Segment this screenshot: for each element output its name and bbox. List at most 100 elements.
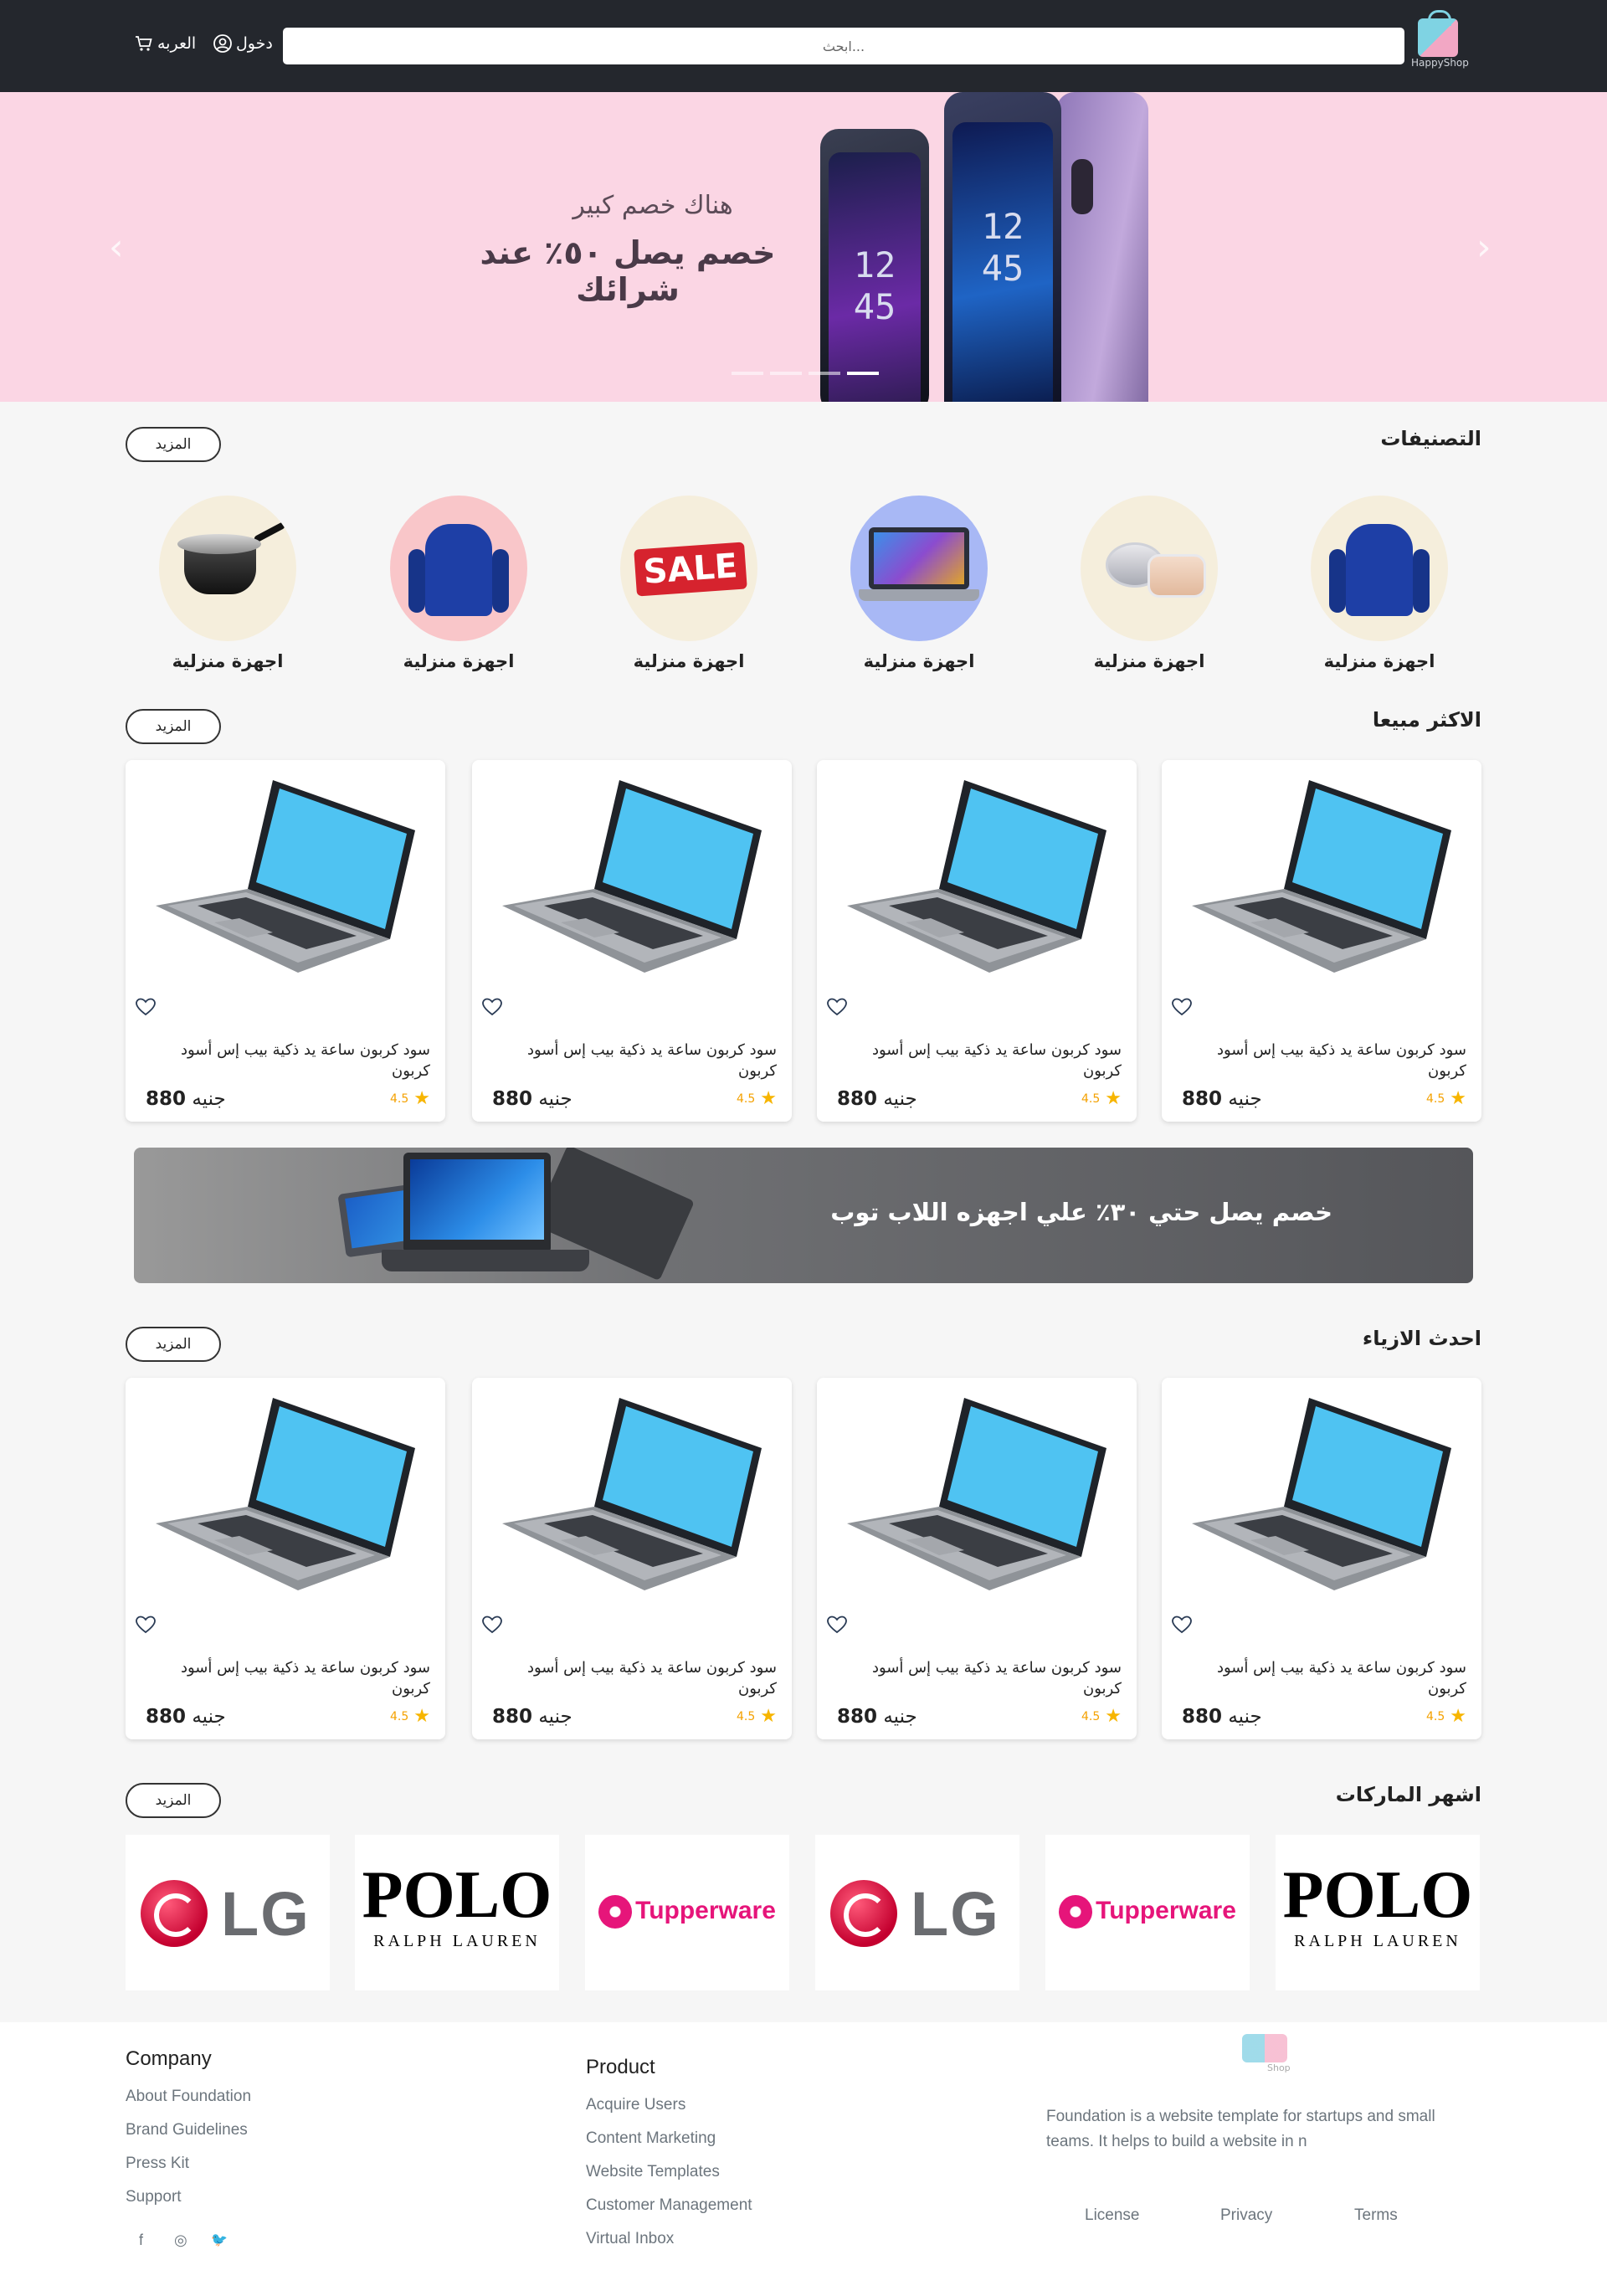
search-input[interactable] [283,28,1404,64]
cart-icon [136,36,152,51]
star-icon: ★ [1105,1088,1122,1109]
facebook-icon[interactable]: f [139,2232,143,2249]
best-sellers-more-button[interactable]: المزيد [126,709,221,744]
newest-fashion-more-button[interactable]: المزيد [126,1327,221,1362]
categories-more-button[interactable]: المزيد [126,427,221,462]
brand-name: LG [911,1879,1000,1949]
rating-value: 4.5 [737,1091,756,1106]
login-link[interactable]: دخول [213,33,273,54]
twitter-icon[interactable]: 🐦 [211,2232,228,2248]
product-name: سود كربون ساعة يد ذكية بيب إس أسود كربون [871,1041,1122,1080]
price-currency: جنيه [883,1088,917,1110]
footer-link[interactable]: Brand Guidelines [126,2121,248,2139]
sale-tags-image: SALE [634,542,747,597]
product-rating: 4.5 ★ [1081,1706,1122,1727]
category-image [390,496,527,641]
price-value: 880 [837,1088,878,1110]
site-logo[interactable]: HappyShop [1411,10,1469,70]
heart-icon[interactable] [1172,998,1192,1016]
brand-tupperware-logo[interactable]: Tupperware [1045,1835,1250,1990]
footer-link[interactable]: Website Templates [586,2163,720,2181]
shopping-bag-icon [1242,2034,1287,2062]
category-image [1311,496,1448,641]
brand-name: POLO [362,1858,552,1932]
brand-name: LG [221,1879,311,1949]
brands-more-button[interactable]: المزيد [126,1783,221,1818]
best-sellers-title: الاكثر مبيعا [1372,708,1481,732]
footer-link[interactable]: About Foundation [126,2088,251,2106]
product-name: سود كربون ساعة يد ذكية بيب إس أسود كربون [526,1659,777,1698]
top-header: HappyShop دخول العربه [0,0,1607,92]
carousel-prev-icon[interactable]: ‹ [109,226,124,269]
footer [0,2022,1607,2296]
heart-icon[interactable] [482,998,502,1016]
rating-value: 4.5 [1081,1091,1101,1106]
product-rating: 4.5 ★ [390,1088,430,1109]
category-image: SALE [620,496,757,641]
footer-legal-link[interactable]: Terms [1354,2206,1398,2225]
cart-link[interactable]: العربه [134,33,196,54]
footer-link[interactable]: Virtual Inbox [586,2230,674,2248]
rating-value: 4.5 [1426,1091,1445,1106]
product-price: 880 جنيه [1182,1706,1262,1728]
newest-fashion-title: احدث الازياء [1362,1327,1481,1350]
category-item[interactable]: اجهزة منزلية [1081,496,1218,671]
product-card[interactable]: سود كربون ساعة يد ذكية بيب إس أسود كربون… [817,760,1137,1122]
laptop-image [847,780,1106,973]
category-item[interactable]: اجهزة منزلية [850,496,988,671]
product-card[interactable]: سود كربون ساعة يد ذكية بيب إس أسود كربون… [472,760,792,1122]
carousel-dot[interactable] [809,372,840,375]
carousel-dot[interactable] [732,372,763,375]
footer-link[interactable]: Press Kit [126,2155,189,2173]
heart-icon[interactable] [136,1615,156,1634]
footer-legal-link[interactable]: Privacy [1220,2206,1272,2225]
product-card[interactable]: سود كربون ساعة يد ذكية بيب إس أسود كربون… [472,1378,792,1739]
category-item[interactable]: اجهزة منزلية [390,496,527,671]
brand-subname: RALPH LAUREN [1294,1932,1461,1950]
product-price: 880 جنيه [492,1706,572,1728]
brand-lg-logo[interactable]: LG [126,1835,330,1990]
product-price: 880 جنيه [837,1088,917,1110]
laptop-image [156,780,415,973]
star-icon: ★ [1105,1706,1122,1727]
product-card[interactable]: سود كربون ساعة يد ذكية بيب إس أسود كربون… [1162,760,1481,1122]
footer-link[interactable]: Support [126,2188,182,2206]
user-circle-icon [213,34,232,53]
brand-subname: RALPH LAUREN [373,1932,541,1950]
brand-polo-logo[interactable]: POLO RALPH LAUREN [355,1835,559,1990]
price-currency: جنيه [1228,1088,1262,1110]
footer-link[interactable]: Content Marketing [586,2129,716,2148]
heart-icon[interactable] [827,1615,847,1634]
carousel-dot[interactable] [770,372,802,375]
product-price: 880 جنيه [146,1706,226,1728]
footer-legal-link[interactable]: License [1085,2206,1140,2225]
carousel-next-icon[interactable]: › [1476,226,1491,269]
brand-lg-logo[interactable]: LG [815,1835,1019,1990]
category-item[interactable]: اجهزة منزلية [159,496,296,671]
product-card[interactable]: سود كربون ساعة يد ذكية بيب إس أسود كربون… [126,1378,445,1739]
heart-icon[interactable] [1172,1615,1192,1634]
heart-icon[interactable] [827,998,847,1016]
product-rating: 4.5 ★ [737,1706,777,1727]
heart-icon[interactable] [136,998,156,1016]
price-currency: جنيه [538,1706,572,1728]
phone-clock: 12 45 [981,206,1024,289]
price-currency: جنيه [538,1088,572,1110]
laptop-promo-banner[interactable]: خصم يصل حتي ٣٠٪ علي اجهزه اللاب توب [134,1148,1473,1283]
product-card[interactable]: سود كربون ساعة يد ذكية بيب إس أسود كربون… [817,1378,1137,1739]
brand-polo-logo[interactable]: POLO RALPH LAUREN [1276,1835,1480,1990]
footer-link[interactable]: Acquire Users [586,2096,685,2114]
carousel-dot-active[interactable] [847,372,879,375]
star-icon: ★ [760,1706,777,1727]
product-card[interactable]: سود كربون ساعة يد ذكية بيب إس أسود كربون… [126,760,445,1122]
product-rating: 4.5 ★ [1426,1706,1466,1727]
category-item[interactable]: SALE اجهزة منزلية [620,496,757,671]
category-item[interactable]: اجهزة منزلية [1311,496,1448,671]
brand-tupperware-logo[interactable]: Tupperware [585,1835,789,1990]
footer-link[interactable]: Customer Management [586,2196,752,2215]
instagram-icon[interactable]: ◎ [174,2232,187,2249]
product-name: سود كربون ساعة يد ذكية بيب إس أسود كربون [1216,1041,1466,1080]
heart-icon[interactable] [482,1615,502,1634]
carousel-indicators [732,372,879,375]
product-card[interactable]: سود كربون ساعة يد ذكية بيب إس أسود كربون… [1162,1378,1481,1739]
